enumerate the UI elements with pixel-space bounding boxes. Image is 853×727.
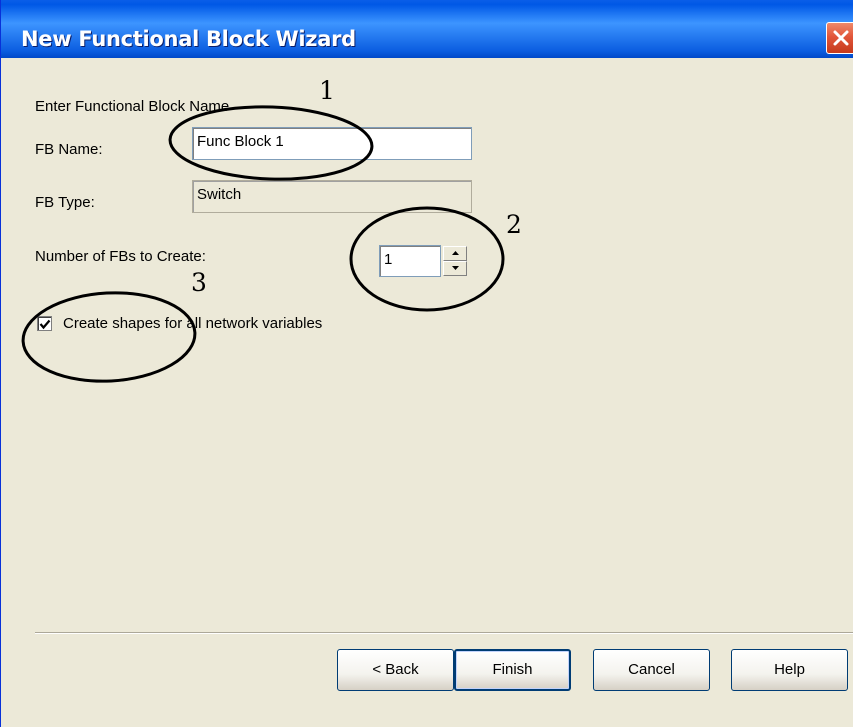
- create-shapes-checkbox[interactable]: [37, 316, 52, 331]
- annotation-number-3: 3: [191, 268, 207, 297]
- annotation-number-2: 2: [506, 210, 522, 239]
- spin-down-button[interactable]: [443, 261, 467, 276]
- close-button[interactable]: [826, 22, 853, 54]
- spin-buttons: [443, 246, 467, 276]
- spin-up-button[interactable]: [443, 246, 467, 261]
- title-bar: New Functional Block Wizard: [1, 0, 853, 58]
- count-stepper[interactable]: 1: [379, 245, 471, 277]
- finish-button[interactable]: Finish: [454, 649, 571, 691]
- window-title: New Functional Block Wizard: [21, 27, 356, 51]
- count-label: Number of FBs to Create:: [35, 248, 206, 265]
- cancel-button[interactable]: Cancel: [593, 649, 710, 691]
- fb-name-input[interactable]: Func Block 1: [192, 127, 472, 160]
- fb-name-label: FB Name:: [35, 141, 103, 158]
- close-icon: [833, 30, 849, 46]
- fb-type-label: FB Type:: [35, 194, 95, 211]
- annotation-ellipse-3: [21, 291, 197, 383]
- create-shapes-label: Create shapes for all network variables: [63, 315, 323, 332]
- back-button[interactable]: < Back: [337, 649, 454, 691]
- arrow-up-icon: [452, 251, 459, 255]
- wizard-window: New Functional Block Wizard Enter Functi…: [0, 0, 853, 727]
- checkmark-icon: [39, 319, 51, 330]
- annotation-number-1: 1: [319, 76, 335, 105]
- count-input[interactable]: 1: [379, 245, 441, 277]
- arrow-down-icon: [452, 266, 459, 270]
- footer-separator: [35, 632, 853, 634]
- fb-type-field: Switch: [192, 180, 472, 213]
- section-label: Enter Functional Block Name: [35, 98, 230, 115]
- help-button[interactable]: Help: [731, 649, 848, 691]
